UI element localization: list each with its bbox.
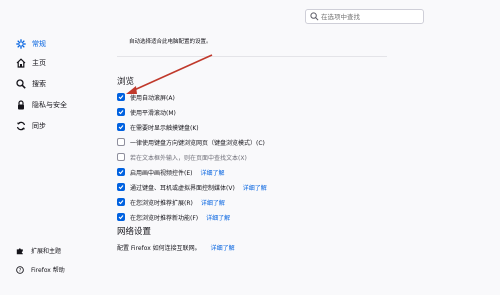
sidebar-item-label: 常规	[32, 40, 46, 48]
checkbox-media-control[interactable]: 通过键盘、耳机或虚拟界面控制媒体(V) 详细了解	[117, 182, 267, 192]
checkbox[interactable]	[117, 168, 125, 176]
sidebar-item-label: 搜索	[32, 79, 46, 88]
learn-more-link[interactable]: 详细了解	[206, 213, 230, 222]
check-icon	[118, 110, 124, 115]
check-icon	[118, 95, 124, 100]
learn-more-link[interactable]: 详细了解	[243, 183, 267, 192]
gear-icon	[16, 39, 26, 49]
checkbox-picture-in-picture[interactable]: 启用画中画视频控件(E) 详细了解	[117, 167, 225, 177]
checkbox-label: 一律使用键盘方向键浏览网页（键盘浏览模式）(C)	[130, 139, 265, 147]
checkbox-label: 在您浏览时推荐新功能(F)	[130, 214, 199, 222]
checkbox-label: 在您浏览时推荐扩展(R)	[130, 199, 193, 207]
help-icon: ?	[16, 265, 24, 273]
check-icon	[118, 215, 124, 220]
checkbox-label: 启用画中画视频控件(E)	[130, 169, 193, 177]
network-description: 配置 Firefox 如何连接互联网。 详细了解	[117, 243, 235, 252]
sidebar-item-label: Firefox 帮助	[31, 267, 65, 274]
sidebar-item-sync[interactable]: 同步	[16, 115, 106, 136]
performance-note: 自动选择适合此电脑配置的设置。	[129, 39, 212, 45]
check-icon	[118, 200, 124, 205]
checkbox[interactable]	[117, 93, 125, 101]
checkbox-label: 通过键盘、耳机或虚拟界面控制媒体(V)	[130, 184, 235, 192]
sidebar-item-privacy[interactable]: 隐私与安全	[16, 94, 106, 115]
home-icon	[16, 57, 26, 68]
sidebar-item-label: 隐私与安全	[32, 100, 67, 109]
check-icon	[118, 185, 124, 190]
puzzle-icon	[16, 247, 23, 254]
checkbox-label: 在需要时显示触摸键盘(K)	[130, 124, 199, 132]
search-input[interactable]	[321, 12, 416, 21]
checkbox[interactable]	[117, 153, 125, 161]
sync-icon	[16, 121, 26, 130]
sidebar-item-help[interactable]: ? Firefox 帮助	[16, 260, 65, 279]
sidebar-item-extensions[interactable]: 扩展和主题	[16, 241, 61, 260]
sidebar-item-search[interactable]: 搜索	[16, 73, 106, 94]
checkbox[interactable]	[117, 213, 125, 221]
checkbox-label: 使用自动滚屏(A)	[130, 94, 175, 102]
network-section-title: 网络设置	[117, 227, 152, 237]
check-icon	[118, 125, 124, 130]
search-icon	[16, 78, 26, 89]
sidebar-item-label: 同步	[32, 121, 46, 130]
search-icon	[310, 12, 319, 21]
sidebar: 常规 主页 搜索 隐私与安全 同步	[16, 36, 106, 136]
checkbox[interactable]	[117, 198, 125, 206]
checkbox-recommend-extensions[interactable]: 在您浏览时推荐扩展(R) 详细了解	[117, 197, 225, 207]
lock-icon	[18, 99, 24, 109]
checkbox[interactable]	[117, 108, 125, 116]
learn-more-link[interactable]: 详细了解	[200, 168, 224, 177]
checkbox-autoscroll[interactable]: 使用自动滚屏(A)	[117, 92, 175, 102]
browse-section-title: 浏览	[117, 77, 135, 87]
checkbox[interactable]	[117, 123, 125, 131]
checkbox[interactable]	[117, 138, 125, 146]
sidebar-item-label: 扩展和主题	[31, 248, 62, 255]
divider	[117, 56, 387, 57]
checkbox-label: 使用平滑滚动(M)	[130, 109, 176, 117]
sidebar-item-label: 主页	[32, 58, 46, 67]
checkbox[interactable]	[117, 183, 125, 191]
search-box[interactable]	[305, 9, 424, 24]
checkbox-recommend-features[interactable]: 在您浏览时推荐新功能(F) 详细了解	[117, 212, 230, 222]
checkbox-label: 若在文本框外输入，则在页面中查找文本(X)	[130, 154, 247, 162]
network-desc-text: 配置 Firefox 如何连接互联网。	[117, 245, 201, 252]
checkbox-touch-keyboard[interactable]: 在需要时显示触摸键盘(K)	[117, 122, 199, 132]
sidebar-item-home[interactable]: 主页	[16, 52, 106, 73]
checkbox-find-as-you-type[interactable]: 若在文本框外输入，则在页面中查找文本(X)	[117, 152, 247, 162]
sidebar-item-general[interactable]: 常规	[16, 36, 106, 52]
checkbox-caret-browsing[interactable]: 一律使用键盘方向键浏览网页（键盘浏览模式）(C)	[117, 137, 265, 147]
check-icon	[118, 170, 124, 175]
checkbox-smooth-scroll[interactable]: 使用平滑滚动(M)	[117, 107, 176, 117]
learn-more-link[interactable]: 详细了解	[211, 245, 235, 252]
learn-more-link[interactable]: 详细了解	[201, 198, 225, 207]
